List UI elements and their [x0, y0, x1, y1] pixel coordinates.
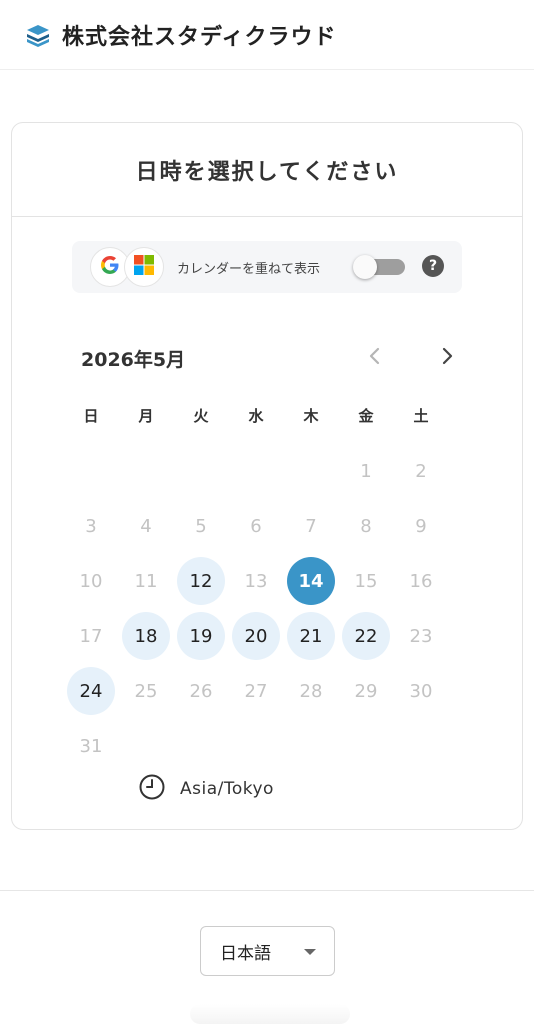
- chevron-left-icon: [368, 347, 382, 369]
- day-28: 28: [299, 680, 323, 702]
- day-7: 7: [305, 515, 317, 537]
- clock-icon: [138, 773, 166, 805]
- site-header: 株式会社スタディクラウド: [0, 0, 534, 70]
- help-icon[interactable]: ?: [422, 255, 444, 277]
- calendar-overlay-bar: カレンダーを重ねて表示 ?: [72, 241, 462, 293]
- company-name: 株式会社スタディクラウド: [62, 24, 337, 50]
- day-13: 13: [244, 570, 268, 592]
- day-20[interactable]: 20: [232, 612, 280, 660]
- day-10: 10: [79, 570, 103, 592]
- weekday-label: 金: [358, 407, 374, 425]
- dropdown-caret-icon: [304, 949, 316, 955]
- month-title: 2026年5月: [81, 349, 186, 371]
- day-15: 15: [354, 570, 378, 592]
- day-30: 30: [409, 680, 433, 702]
- day-22[interactable]: 22: [342, 612, 390, 660]
- overlay-toggle[interactable]: [353, 255, 405, 279]
- day-2: 2: [415, 460, 427, 482]
- day-27: 27: [244, 680, 268, 702]
- day-14[interactable]: 14: [287, 557, 335, 605]
- google-icon: [99, 254, 121, 280]
- weekday-label: 日: [83, 407, 99, 425]
- card-title: 日時を選択してください: [12, 123, 522, 217]
- day-21[interactable]: 21: [287, 612, 335, 660]
- microsoft-calendar-button[interactable]: [124, 247, 164, 287]
- day-4: 4: [140, 515, 152, 537]
- day-31: 31: [79, 735, 103, 757]
- prev-month-button[interactable]: [360, 343, 390, 373]
- day-26: 26: [189, 680, 213, 702]
- day-1: 1: [360, 460, 372, 482]
- day-16: 16: [409, 570, 433, 592]
- date-picker-card: 日時を選択してください カレンダーを重ねて表示 ? 2026年5月 日 月 火 …: [11, 122, 523, 830]
- day-17: 17: [79, 625, 103, 647]
- weekday-label: 火: [193, 407, 209, 425]
- timezone-selector[interactable]: Asia/Tokyo: [138, 773, 274, 805]
- chevron-right-icon: [440, 347, 454, 369]
- day-6: 6: [250, 515, 262, 537]
- next-month-button[interactable]: [432, 343, 462, 373]
- day-12[interactable]: 12: [177, 557, 225, 605]
- weekday-label: 水: [248, 407, 264, 425]
- day-23: 23: [409, 625, 433, 647]
- footer-divider: [0, 890, 534, 891]
- day-8: 8: [360, 515, 372, 537]
- day-18[interactable]: 18: [122, 612, 170, 660]
- day-29: 29: [354, 680, 378, 702]
- language-label: 日本語: [220, 943, 271, 964]
- language-select[interactable]: 日本語: [200, 926, 335, 976]
- overlay-label: カレンダーを重ねて表示: [177, 262, 321, 277]
- day-24[interactable]: 24: [67, 667, 115, 715]
- day-9: 9: [415, 515, 427, 537]
- weekday-label: 木: [303, 407, 319, 425]
- day-11: 11: [134, 570, 158, 592]
- day-25: 25: [134, 680, 158, 702]
- timezone-label: Asia/Tokyo: [180, 779, 274, 799]
- weekday-label: 土: [413, 407, 429, 425]
- day-5: 5: [195, 515, 207, 537]
- day-3: 3: [85, 515, 97, 537]
- toggle-knob: [353, 255, 377, 279]
- stacked-books-icon: [24, 21, 52, 49]
- weekday-label: 月: [138, 407, 154, 425]
- bottom-fade: [190, 1004, 350, 1024]
- microsoft-icon: [134, 255, 154, 279]
- day-19[interactable]: 19: [177, 612, 225, 660]
